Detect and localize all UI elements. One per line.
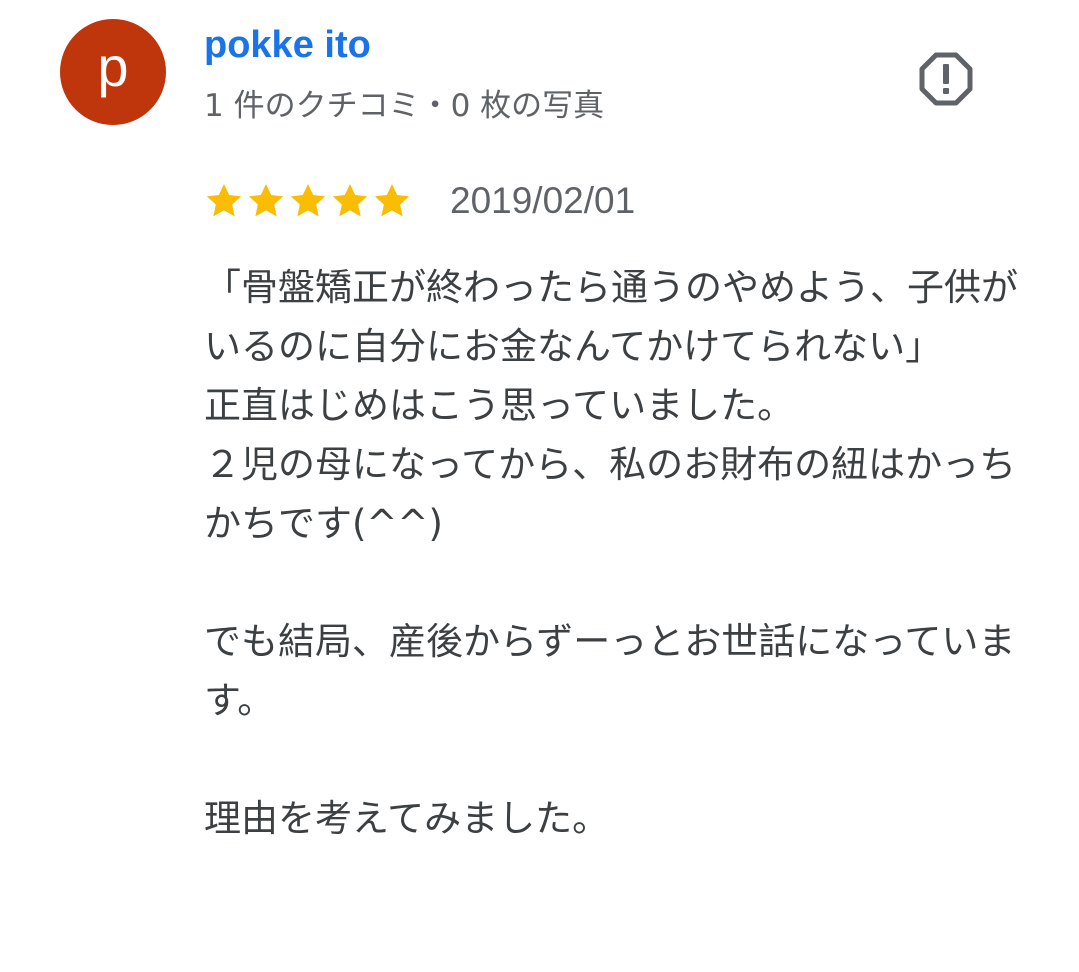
star-icon [374,184,410,217]
review-text: 「骨盤矯正が終わったら通うのやめよう、子供がいるのに自分にお金なんてかけてられな… [204,266,1018,840]
author-name-link[interactable]: pokke ito [204,24,371,67]
report-review-button[interactable] [914,47,978,111]
author-review-count: 1 件のクチコミ・0 枚の写真 [204,88,605,124]
avatar[interactable]: p [60,19,166,125]
avatar-letter: p [97,35,129,98]
star-rating [204,181,412,221]
rating-row: 2019/02/01 [204,178,635,224]
report-flag-icon [919,52,973,106]
star-icon [248,184,284,217]
star-icon [290,184,326,217]
star-icon [332,184,368,217]
star-icon [206,184,242,217]
review-date: 2019/02/01 [450,180,636,221]
